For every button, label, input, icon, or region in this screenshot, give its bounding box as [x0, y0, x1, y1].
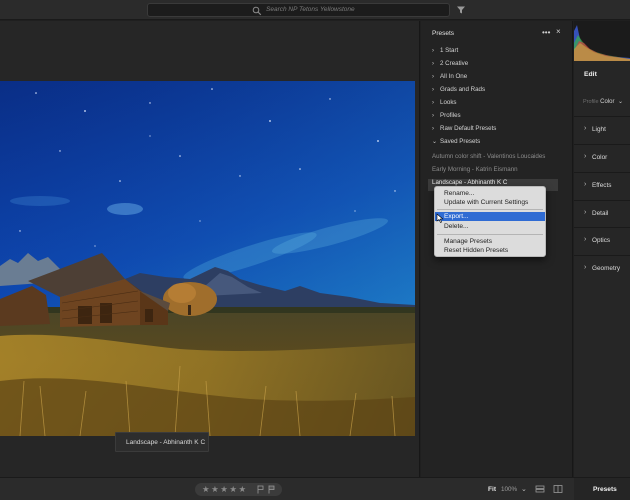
- menu-item-manage-presets[interactable]: Manage Presets: [435, 237, 545, 246]
- compare-view-icon[interactable]: [553, 484, 563, 494]
- profile-selector[interactable]: Profile Color ⌄: [583, 98, 623, 105]
- more-options-icon[interactable]: •••: [542, 28, 550, 37]
- chevron-right-icon: ›: [432, 74, 434, 80]
- menu-item-delete[interactable]: Delete...: [435, 222, 545, 231]
- section-label: Optics: [592, 237, 611, 244]
- rating-flag-bar: ★★★★★: [195, 483, 282, 496]
- section-detail[interactable]: › Detail: [574, 200, 630, 227]
- preset-context-menu: Rename... Update with Current Settings E…: [434, 186, 546, 257]
- search-field[interactable]: Search NP Tetons Yellowstone: [147, 3, 450, 17]
- chevron-right-icon: ›: [584, 181, 587, 188]
- landscape-photo: [0, 81, 415, 436]
- section-label: Geometry: [592, 265, 621, 272]
- filter-icon[interactable]: [456, 5, 466, 15]
- photo-canvas: Landscape - Abhinanth K C: [0, 21, 420, 477]
- section-label: Light: [592, 126, 606, 133]
- presets-button[interactable]: Presets: [574, 478, 630, 500]
- mouse-cursor-icon: [436, 213, 444, 223]
- preset-group-label: Raw Default Presets: [440, 125, 497, 132]
- preset-group-label: Saved Presets: [440, 138, 481, 145]
- preset-group-label: 1 Start: [440, 47, 459, 54]
- section-geometry[interactable]: › Geometry: [574, 255, 630, 282]
- chevron-right-icon: ›: [432, 61, 434, 67]
- search-input[interactable]: Search NP Tetons Yellowstone: [266, 6, 355, 13]
- chevron-right-icon: ›: [584, 209, 587, 216]
- preset-group-label: Looks: [440, 99, 457, 106]
- edit-panel: Edit Profile Color ⌄ › Light › Color › Effe…: [574, 21, 630, 477]
- chevron-down-icon: ⌄: [618, 99, 624, 105]
- preset-group-label: Profiles: [440, 112, 461, 119]
- preset-group-looks[interactable]: › Looks: [432, 99, 457, 111]
- preset-group-saved-presets[interactable]: ⌄ Saved Presets: [432, 138, 480, 150]
- edit-title: Edit: [584, 71, 597, 78]
- preset-group-1-start[interactable]: › 1 Start: [432, 47, 458, 59]
- preset-tooltip: Landscape - Abhinanth K C: [115, 432, 209, 452]
- chevron-right-icon: ›: [584, 236, 587, 243]
- menu-item-export[interactable]: Export...: [435, 212, 545, 221]
- chevron-right-icon: ›: [432, 87, 434, 93]
- preset-group-grads-and-rads[interactable]: › Grads and Rads: [432, 86, 485, 98]
- histogram: [574, 21, 630, 61]
- chevron-right-icon: ›: [432, 48, 434, 54]
- flag-reject-icon[interactable]: [268, 485, 275, 494]
- flag-pick-icon[interactable]: [257, 485, 264, 494]
- section-effects[interactable]: › Effects: [574, 172, 630, 199]
- menu-item-update-with-current-settings[interactable]: Update with Current Settings: [435, 198, 545, 207]
- preset-group-all-in-one[interactable]: › All In One: [432, 73, 467, 85]
- preset-group-2-creative[interactable]: › 2 Creative: [432, 60, 468, 72]
- menu-divider: [437, 234, 543, 235]
- chevron-right-icon: ›: [584, 153, 587, 160]
- grid-view-icon[interactable]: [535, 484, 545, 494]
- profile-value: Color: [600, 99, 615, 105]
- section-label: Effects: [592, 182, 612, 189]
- preset-group-label: All In One: [440, 73, 468, 80]
- preset-group-raw-default[interactable]: › Raw Default Presets: [432, 125, 496, 137]
- tooltip-text: Landscape - Abhinanth K C: [126, 439, 206, 446]
- section-optics[interactable]: › Optics: [574, 227, 630, 254]
- presets-button-label: Presets: [593, 486, 617, 493]
- top-bar: Search NP Tetons Yellowstone: [0, 0, 630, 20]
- zoom-level[interactable]: 100%: [501, 486, 517, 493]
- search-icon: [252, 6, 262, 16]
- chevron-down-icon[interactable]: ⌄: [521, 485, 527, 493]
- section-light[interactable]: › Light: [574, 116, 630, 143]
- menu-divider: [437, 209, 543, 210]
- preset-item-autumn-color-shift[interactable]: Autumn color shift - Valentinos Loucaide…: [432, 153, 545, 165]
- chevron-right-icon: ›: [584, 125, 587, 132]
- menu-item-rename[interactable]: Rename...: [435, 189, 545, 198]
- section-label: Color: [592, 154, 608, 161]
- preset-group-label: Grads and Rads: [440, 86, 486, 93]
- chevron-down-icon: ⌄: [432, 139, 438, 145]
- preset-item-early-morning[interactable]: Early Morning - Katrin Eismann: [432, 166, 518, 178]
- section-label: Detail: [592, 210, 609, 217]
- profile-label: Profile: [583, 99, 599, 105]
- section-color[interactable]: › Color: [574, 144, 630, 171]
- menu-item-reset-hidden-presets[interactable]: Reset Hidden Presets: [435, 246, 545, 255]
- chevron-right-icon: ›: [432, 113, 434, 119]
- chevron-right-icon: ›: [432, 126, 434, 132]
- presets-panel-title: Presets: [432, 30, 455, 37]
- preset-group-profiles[interactable]: › Profiles: [432, 112, 461, 124]
- bottom-bar: ★★★★★ Fit 100% ⌄ Presets: [0, 477, 630, 500]
- close-icon[interactable]: ×: [556, 27, 561, 36]
- chevron-right-icon: ›: [432, 100, 434, 106]
- fit-zoom-label[interactable]: Fit: [488, 486, 496, 493]
- chevron-right-icon: ›: [584, 264, 587, 271]
- star-rating[interactable]: ★★★★★: [202, 484, 248, 495]
- preset-group-label: 2 Creative: [440, 60, 469, 67]
